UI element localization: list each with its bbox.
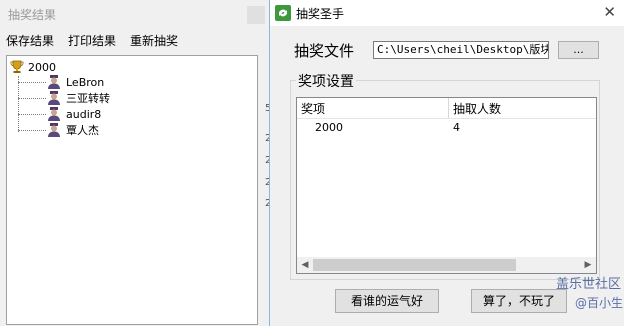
- menu-redraw[interactable]: 重新抽奖: [130, 32, 178, 49]
- column-header-prize[interactable]: 奖项: [301, 100, 325, 117]
- result-window-close-button[interactable]: [247, 6, 265, 24]
- result-window-title: 抽奖结果: [8, 8, 57, 22]
- lottery-dialog: 抽奖圣手 ✕ 抽奖文件 C:\Users\cheil\Desktop\版块活 .…: [269, 0, 624, 326]
- browse-button[interactable]: ...: [558, 41, 599, 59]
- scroll-thumb[interactable]: [313, 259, 516, 271]
- tree-item-label: 覃人杰: [66, 124, 99, 137]
- tree-item[interactable]: 三亚转转: [18, 90, 110, 106]
- table-row[interactable]: 2000 4: [297, 120, 596, 136]
- start-draw-button[interactable]: 看谁的运气好: [335, 289, 439, 313]
- trophy-icon: [10, 60, 24, 73]
- cell-prize: 2000: [315, 121, 343, 134]
- dialog-title: 抽奖圣手: [296, 7, 345, 21]
- tree-root-label: 2000: [28, 60, 56, 74]
- file-path-field[interactable]: C:\Users\cheil\Desktop\版块活: [373, 41, 549, 59]
- menu-print-result[interactable]: 打印结果: [68, 32, 116, 49]
- result-menu-bar: 保存结果 打印结果 重新抽奖: [0, 30, 268, 50]
- scroll-right-icon[interactable]: ▶: [580, 257, 596, 273]
- tree-item[interactable]: audir8: [18, 106, 101, 122]
- watermark-text: 盖乐世社区: [555, 277, 621, 292]
- menu-save-result[interactable]: 保存结果: [6, 32, 54, 49]
- prize-list[interactable]: 奖项 抽取人数 2000 4 ◀ ▶: [296, 97, 597, 274]
- tree-root[interactable]: 2000: [10, 59, 56, 75]
- close-icon[interactable]: ✕: [603, 3, 616, 21]
- tree-item-label: 三亚转转: [66, 92, 110, 105]
- prize-settings-label: 奖项设置: [296, 71, 356, 91]
- user-icon: [48, 75, 60, 89]
- cell-count: 4: [453, 121, 460, 134]
- tree-item-label: audir8: [66, 107, 102, 121]
- quit-button[interactable]: 算了，不玩了: [471, 289, 567, 313]
- user-icon: [48, 123, 60, 137]
- dialog-title-bar: 抽奖圣手 ✕: [270, 0, 624, 26]
- tree-item[interactable]: 覃人杰: [18, 122, 99, 138]
- list-header: 奖项 抽取人数: [297, 98, 596, 119]
- user-icon: [48, 107, 60, 121]
- column-header-count[interactable]: 抽取人数: [453, 100, 501, 117]
- tree-item-label: LeBron: [66, 75, 105, 89]
- result-tree[interactable]: 2000 LeBron 三亚转转 audir8 覃人杰: [6, 55, 258, 325]
- tree-item[interactable]: LeBron: [18, 74, 104, 90]
- result-window: 抽奖结果 保存结果 打印结果 重新抽奖 2000 LeBron 三亚转转 aud…: [0, 0, 271, 326]
- scroll-left-icon[interactable]: ◀: [297, 257, 313, 273]
- file-label: 抽奖文件: [294, 42, 355, 60]
- horizontal-scrollbar[interactable]: ◀ ▶: [297, 257, 596, 273]
- watermark-author: @百小生: [574, 296, 623, 310]
- user-icon: [48, 91, 60, 105]
- app-icon: [275, 5, 291, 21]
